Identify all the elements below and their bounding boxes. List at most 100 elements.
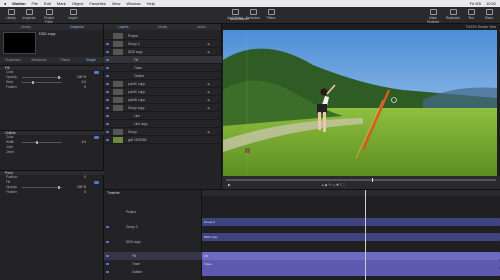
visibility-checkbox[interactable] (106, 270, 109, 274)
layer-row[interactable]: Project (104, 32, 222, 40)
layer-row[interactable]: Group ◉ (104, 128, 222, 136)
layer-row[interactable]: pointC copy ◉ (104, 80, 222, 88)
menu-motion[interactable]: Motion (12, 1, 25, 6)
visibility-checkbox[interactable] (106, 262, 109, 266)
slider[interactable] (22, 186, 62, 189)
visibility-checkbox[interactable] (106, 130, 109, 134)
view-popup[interactable]: View (489, 25, 496, 29)
visibility-checkbox[interactable] (106, 82, 109, 86)
layer-row[interactable]: pointC copy ◉ (104, 88, 222, 96)
menu-help[interactable]: Help (147, 1, 155, 6)
layer-row[interactable]: Group copy ◉ (104, 104, 222, 112)
clip-bar[interactable]: DDD copy (202, 233, 500, 241)
zoom-popup[interactable]: Fit 63% (466, 25, 477, 29)
clip-bar[interactable] (202, 268, 500, 276)
lock-icon[interactable]: ◉ (207, 104, 210, 112)
visibility-checkbox[interactable] (106, 106, 109, 110)
inspector-button[interactable]: Inspector (20, 9, 38, 20)
timeline-row[interactable]: Outline (104, 268, 202, 276)
timeline-tracks[interactable]: Group 2 DDD copy Fill Trace (202, 190, 500, 280)
clip-bar[interactable]: Fill (202, 252, 500, 260)
timeline-row[interactable]: Fill (104, 252, 202, 260)
lock-icon[interactable]: ◉ (207, 128, 210, 136)
tool-icons[interactable]: ▸ ◆ ✎ ▭ ✚ T ⬚ (322, 183, 346, 187)
lock-icon[interactable]: ◉ (207, 40, 210, 48)
lock-icon[interactable]: ◉ (207, 88, 210, 96)
replicator-button[interactable]: Replicator (444, 9, 462, 20)
visibility-checkbox[interactable] (106, 114, 109, 118)
layer-row[interactable]: pointD copy ◉ (104, 96, 222, 104)
menu-file[interactable]: File (32, 1, 38, 6)
visibility-checkbox[interactable] (106, 66, 109, 70)
tab-media[interactable]: Media (143, 24, 182, 30)
share-button[interactable]: Share (480, 9, 498, 20)
layer-row[interactable]: Fill (104, 56, 222, 64)
layer-row[interactable]: DDD copy ◉ (104, 48, 222, 56)
visibility-checkbox[interactable] (106, 74, 109, 78)
slider[interactable] (22, 81, 62, 84)
toggle-switch[interactable] (94, 136, 99, 139)
tab-inspector[interactable]: Inspector (52, 24, 104, 30)
playhead-marker[interactable] (372, 178, 373, 182)
add-object-button[interactable]: Add Object (226, 9, 244, 20)
tab-layers[interactable]: Layers (104, 24, 143, 30)
text-button[interactable]: Text (462, 9, 480, 20)
make-particles-button[interactable]: Make Particles (424, 9, 442, 24)
toggle-switch[interactable] (94, 71, 99, 74)
filters-button[interactable]: Filters (262, 9, 280, 20)
play-icon[interactable]: ▶ (228, 183, 231, 187)
param-row[interactable]: Feather 0 (0, 85, 104, 90)
visibility-checkbox[interactable] (106, 240, 109, 244)
clip-bar[interactable]: Trace (202, 260, 500, 268)
timeline-row[interactable]: Trace (104, 260, 202, 268)
menu-view[interactable]: View (112, 1, 121, 6)
project-pane-button[interactable]: Project Pane (40, 9, 58, 24)
layer-row[interactable]: golf 1900359 (104, 136, 222, 144)
slider[interactable] (22, 141, 62, 144)
timeline-playhead[interactable] (365, 190, 366, 280)
tab-properties[interactable]: Properties (0, 57, 26, 63)
layer-row[interactable]: Line copy (104, 120, 222, 128)
tab-audio[interactable]: Audio (182, 24, 221, 30)
canvas-view[interactable] (223, 30, 497, 176)
timeline-row[interactable]: Group 2 (104, 223, 202, 231)
menu-edit[interactable]: Edit (44, 1, 51, 6)
tab-filters[interactable]: Filters (52, 57, 78, 63)
mini-timeline[interactable] (226, 178, 496, 182)
param-row[interactable]: Order (0, 150, 104, 155)
lock-icon[interactable]: ◉ (207, 80, 210, 88)
timeline-row[interactable]: DDD copy (104, 238, 202, 246)
tab-behaviors[interactable]: Behaviors (26, 57, 52, 63)
lock-icon[interactable]: ◉ (207, 48, 210, 56)
behaviors-button[interactable]: Behaviors (244, 9, 262, 20)
menu-favorites[interactable]: Favorites (89, 1, 105, 6)
menu-object[interactable]: Object (72, 1, 84, 6)
tab-library[interactable]: Library (0, 24, 52, 30)
visibility-checkbox[interactable] (106, 138, 109, 142)
apple-icon[interactable]: ● (4, 1, 6, 6)
menu-window[interactable]: Window (126, 1, 140, 6)
tab-shape[interactable]: Shape (78, 57, 104, 63)
layer-row[interactable]: Group 2 ◉ (104, 40, 222, 48)
timeline-ruler[interactable] (202, 190, 500, 196)
visibility-checkbox[interactable] (106, 58, 109, 62)
visibility-checkbox[interactable] (106, 90, 109, 94)
visibility-checkbox[interactable] (106, 254, 109, 258)
visibility-checkbox[interactable] (106, 98, 109, 102)
import-button[interactable]: Import (64, 9, 82, 20)
slider[interactable] (22, 76, 62, 79)
visibility-checkbox[interactable] (106, 50, 109, 54)
library-button[interactable]: Library (2, 9, 20, 20)
layer-row[interactable]: Line (104, 112, 222, 120)
clip-bar[interactable]: Group 2 (202, 218, 500, 226)
menu-mark[interactable]: Mark (57, 1, 66, 6)
lock-icon[interactable]: ◉ (207, 96, 210, 104)
visibility-checkbox[interactable] (106, 42, 109, 46)
param-row[interactable]: Feather 0 (0, 190, 104, 195)
visibility-checkbox[interactable] (106, 225, 109, 229)
toggle-switch[interactable] (94, 181, 99, 184)
timeline-row[interactable]: Project (104, 208, 202, 216)
layer-row[interactable]: Outline (104, 72, 222, 80)
render-popup[interactable]: Render (478, 25, 488, 29)
layer-row[interactable]: Trace (104, 64, 222, 72)
